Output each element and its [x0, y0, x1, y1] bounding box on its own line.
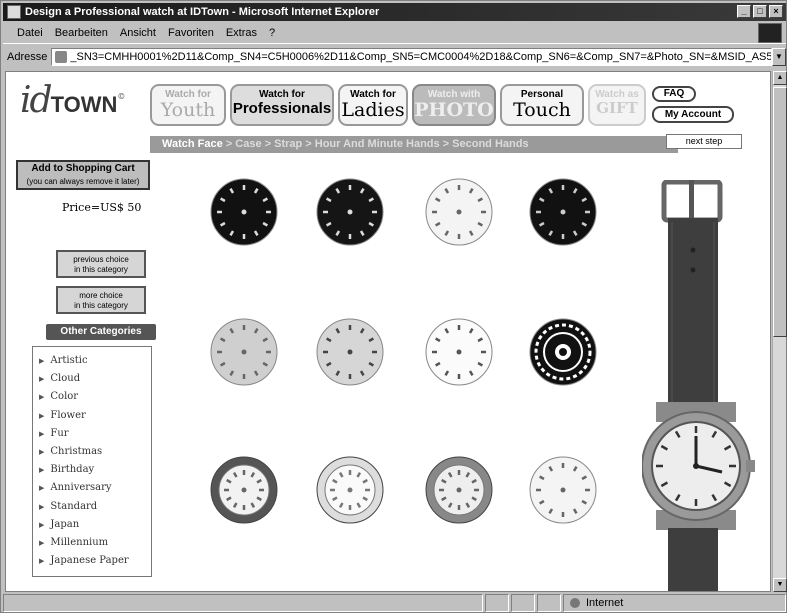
watch-face-option[interactable] — [528, 317, 598, 387]
web-page: idTOWN© Watch for Youth Watch for Professi… — [5, 71, 771, 592]
category-item[interactable]: ▶ Japan — [39, 516, 151, 534]
menu-extras[interactable]: Extras — [226, 27, 257, 39]
my-account-button[interactable]: My Account — [652, 106, 734, 123]
triangle-right-icon: ▶ — [39, 411, 45, 420]
triangle-right-icon: ▶ — [39, 484, 45, 493]
menu-bearbeiten[interactable]: Bearbeiten — [55, 27, 108, 39]
price-label: Price=US$ 50 — [62, 201, 142, 214]
globe-icon — [570, 598, 580, 608]
menu-ansicht[interactable]: Ansicht — [120, 27, 156, 39]
vertical-scrollbar[interactable]: ▲ ▼ — [772, 71, 787, 592]
breadcrumb: Watch Face > Case > Strap > Hour And Min… — [150, 136, 678, 153]
watch-face-option[interactable] — [209, 177, 279, 247]
address-bar: Adresse _SN3=CMHH0001%2D11&Comp_SN4=C5H0… — [3, 46, 786, 68]
category-item[interactable]: ▶ Japanese Paper — [39, 552, 151, 570]
watch-face-option[interactable] — [528, 455, 598, 525]
nav-ladies[interactable]: Watch for Ladies — [338, 84, 408, 126]
menu-help[interactable]: ? — [269, 27, 275, 39]
category-item[interactable]: ▶ Christmas — [39, 443, 151, 461]
category-item[interactable]: ▶ Millennium — [39, 534, 151, 552]
category-item[interactable]: ▶ Flower — [39, 407, 151, 425]
triangle-right-icon: ▶ — [39, 466, 45, 475]
category-list: ▶ Artistic ▶ Cloud ▶ Color ▶ Flower ▶ Fur ▶ Ch… — [32, 346, 152, 577]
faq-button[interactable]: FAQ — [652, 86, 696, 102]
nav-photo[interactable]: Watch with PHOTO — [412, 84, 496, 126]
menu-favoriten[interactable]: Favoriten — [168, 27, 214, 39]
windows-logo-icon — [758, 23, 782, 43]
watch-face-option[interactable] — [209, 317, 279, 387]
menu-datei[interactable]: Datei — [17, 27, 43, 39]
watch-face-option[interactable] — [528, 177, 598, 247]
breadcrumb-current: Watch Face — [162, 138, 223, 150]
address-dropdown-icon[interactable]: ▼ — [772, 48, 786, 66]
nav-youth[interactable]: Watch for Youth — [150, 84, 226, 126]
next-step-button[interactable]: next step — [666, 134, 742, 149]
watch-face-option[interactable] — [424, 177, 494, 247]
idtown-logo[interactable]: idTOWN© — [20, 80, 125, 121]
strap-lower — [668, 528, 718, 591]
watch-face-option[interactable] — [209, 455, 279, 525]
scroll-down-icon[interactable]: ▼ — [773, 578, 787, 592]
triangle-right-icon: ▶ — [39, 375, 45, 384]
watch-preview — [642, 180, 755, 591]
watch-face-option[interactable] — [424, 455, 494, 525]
triangle-right-icon: ▶ — [39, 393, 45, 402]
more-choice-button[interactable]: more choice in this category — [56, 286, 146, 314]
address-input[interactable]: _SN3=CMHH0001%2D11&Comp_SN4=C5H0006%2D11… — [51, 48, 772, 66]
status-bar: Internet — [3, 594, 786, 612]
category-item[interactable]: ▶ Fur — [39, 425, 151, 443]
category-item[interactable]: ▶ Standard — [39, 498, 151, 516]
previous-choice-button[interactable]: previous choice in this category — [56, 250, 146, 278]
title-bar[interactable]: Design a Professional watch at IDTown - … — [3, 3, 786, 21]
window-title: Design a Professional watch at IDTown - … — [25, 6, 380, 18]
triangle-right-icon: ▶ — [39, 557, 45, 566]
watch-face-option[interactable] — [315, 317, 385, 387]
category-item[interactable]: ▶ Cloud — [39, 370, 151, 388]
triangle-right-icon: ▶ — [39, 429, 45, 438]
nav-gift[interactable]: Watch as GIFT — [588, 84, 646, 126]
triangle-right-icon: ▶ — [39, 502, 45, 511]
nav-personal-touch[interactable]: Personal Touch — [500, 84, 584, 126]
category-item[interactable]: ▶ Anniversary — [39, 479, 151, 497]
other-categories-heading: Other Categories — [46, 324, 156, 340]
add-to-cart-button[interactable]: Add to Shopping Cart (you can always rem… — [16, 160, 150, 190]
close-button[interactable]: × — [769, 5, 783, 18]
browser-window: Design a Professional watch at IDTown - … — [0, 0, 787, 613]
minimize-button[interactable]: _ — [737, 5, 751, 18]
category-item[interactable]: ▶ Artistic — [39, 352, 151, 370]
menu-bar: Datei Bearbeiten Ansicht Favoriten Extra… — [3, 22, 786, 44]
address-label: Adresse — [7, 51, 48, 63]
ie-icon — [7, 5, 21, 19]
category-item[interactable]: ▶ Color — [39, 388, 151, 406]
nav-professionals[interactable]: Watch for Professionals — [230, 84, 334, 126]
triangle-right-icon: ▶ — [39, 447, 45, 456]
triangle-right-icon: ▶ — [39, 538, 45, 547]
scroll-thumb[interactable] — [773, 87, 787, 337]
strap-upper — [668, 218, 718, 408]
status-text — [3, 594, 483, 612]
crown — [746, 460, 755, 472]
breadcrumb-steps: > Case > Strap > Hour And Minute Hands >… — [222, 138, 529, 150]
triangle-right-icon: ▶ — [39, 357, 45, 365]
watch-face-option[interactable] — [315, 455, 385, 525]
maximize-button[interactable]: □ — [753, 5, 767, 18]
watch-face-option[interactable] — [315, 177, 385, 247]
scroll-up-icon[interactable]: ▲ — [773, 71, 787, 85]
watch-face-option[interactable] — [424, 317, 494, 387]
category-item[interactable]: ▶ Birthday — [39, 461, 151, 479]
status-zone: Internet — [563, 594, 786, 612]
triangle-right-icon: ▶ — [39, 520, 45, 529]
